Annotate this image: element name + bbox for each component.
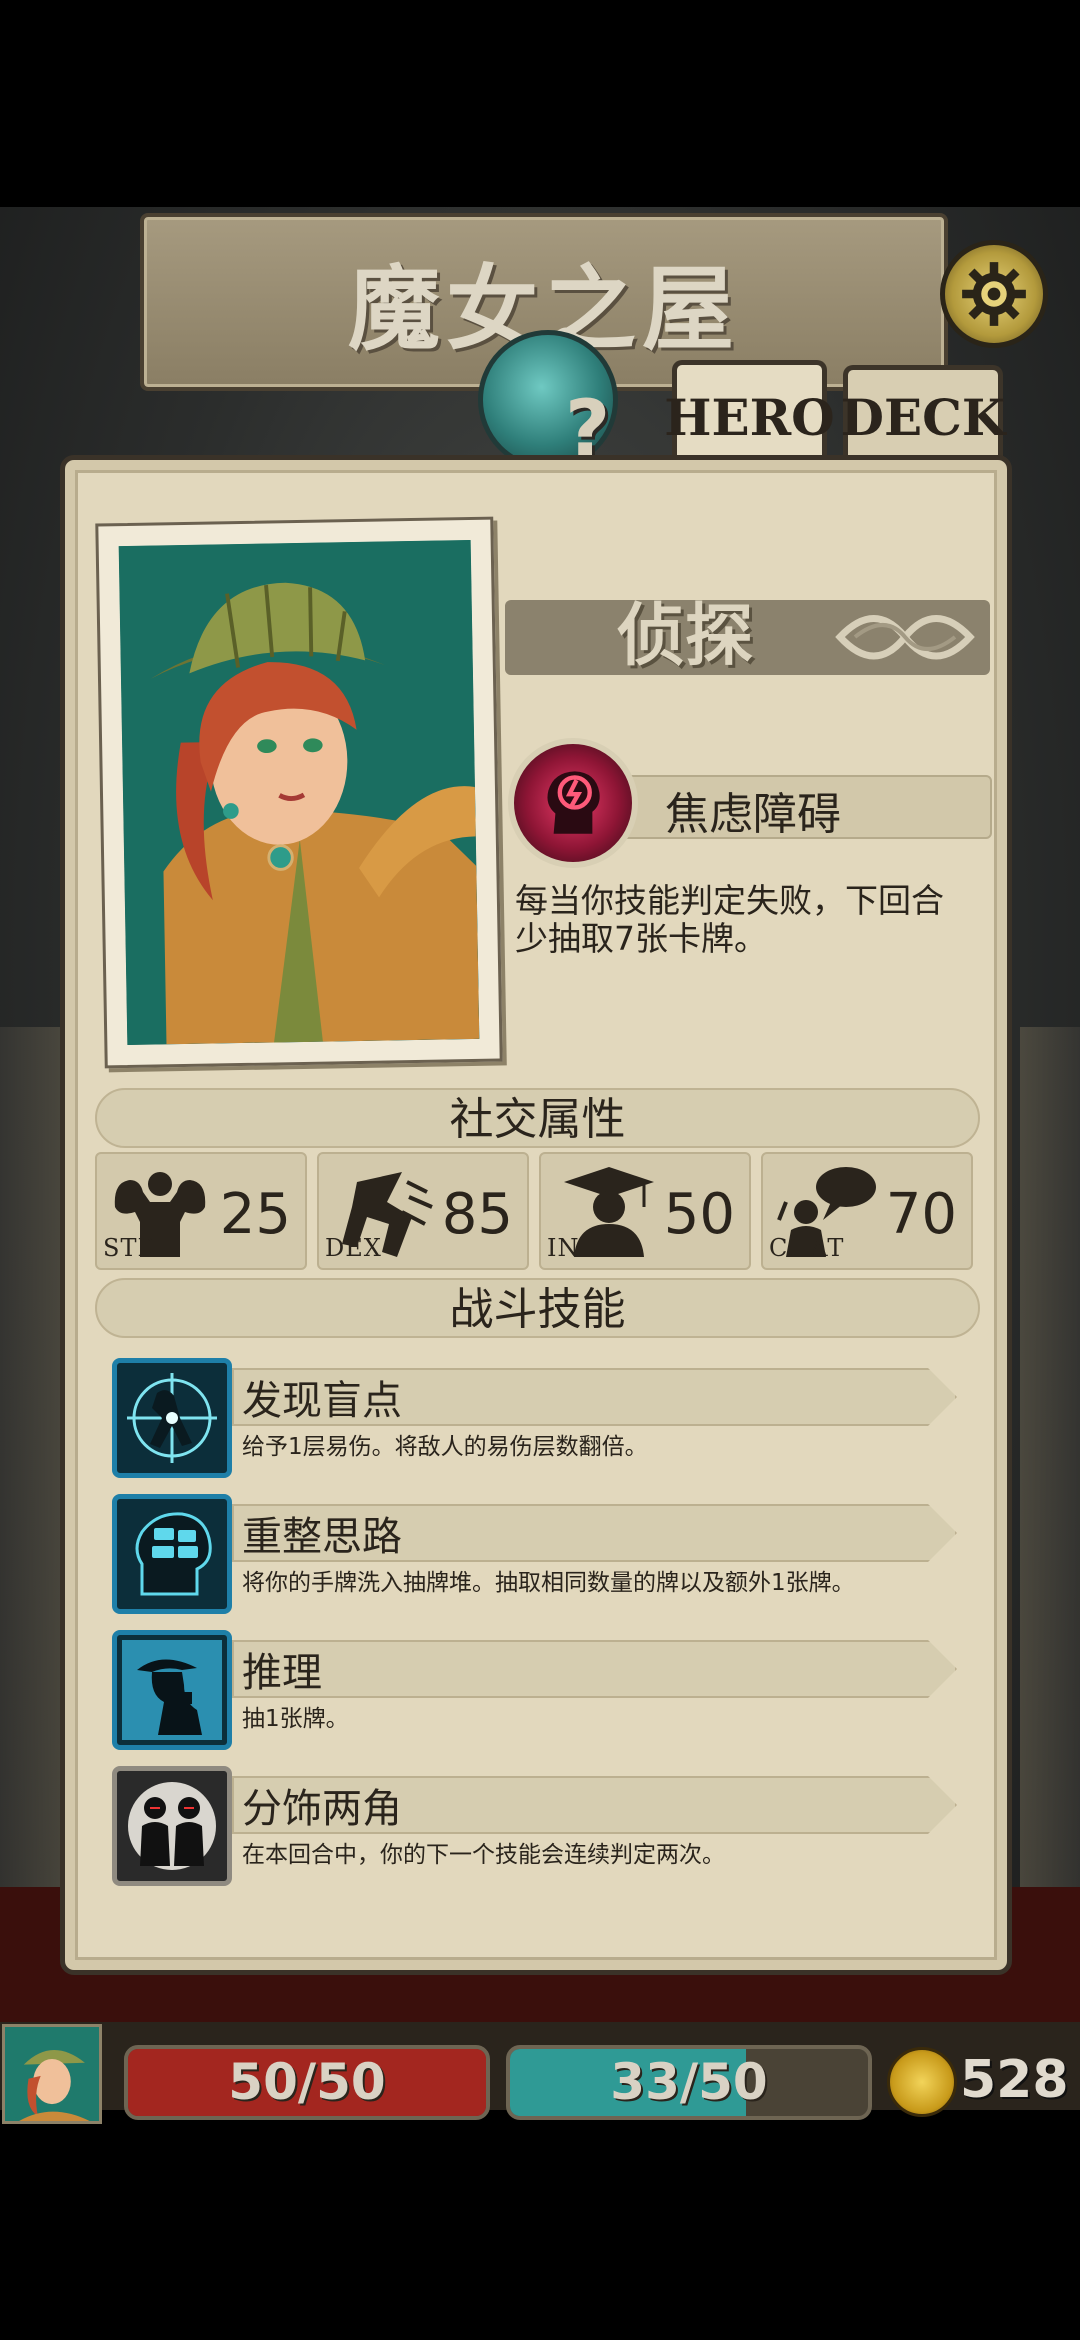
stat-dex-value: 85 — [441, 1182, 513, 1247]
twin-figures-icon — [128, 1782, 216, 1870]
anxious-head-icon — [547, 771, 600, 834]
tab-deck[interactable]: DECK — [841, 365, 1005, 465]
skill-icon-frame[interactable] — [112, 1766, 232, 1886]
skill-description: 给予1层易伤。将敌人的易伤层数翻倍。 — [242, 1434, 648, 1460]
health-value: 50/50 — [228, 2053, 386, 2111]
gold-count: 528 — [960, 2050, 1069, 2110]
right-decor — [1020, 1027, 1080, 1907]
detective-portrait-image — [118, 539, 480, 1046]
detective-silhouette-icon — [122, 1640, 222, 1740]
stat-int-label: INT — [547, 1234, 597, 1262]
stat-dex-label: DEX — [325, 1234, 382, 1262]
stat-chat-value: 70 — [885, 1182, 957, 1247]
gear-icon — [962, 262, 1026, 326]
stat-int-value: 50 — [663, 1182, 735, 1247]
skill-name: 分饰两角 — [242, 1786, 402, 1832]
social-attributes-header: 社交属性 — [95, 1088, 980, 1148]
stat-str-value: 25 — [219, 1182, 291, 1247]
sanity-value: 33/50 — [610, 2053, 768, 2111]
skill-bar[interactable] — [232, 1640, 957, 1698]
trait-name: 焦虑障碍 — [665, 789, 841, 840]
hero-avatar-image — [5, 2027, 99, 2121]
avatar[interactable] — [2, 2024, 102, 2124]
skill-name: 重整思路 — [242, 1514, 402, 1560]
skill-name: 推理 — [242, 1650, 322, 1696]
skill-description: 将你的手牌洗入抽牌堆。抽取相同数量的牌以及额外1张牌。 — [242, 1570, 855, 1596]
skill-icon-frame[interactable] — [112, 1358, 232, 1478]
stat-int: 50 INT — [539, 1152, 751, 1270]
trait-badge[interactable] — [508, 738, 638, 868]
settings-button[interactable] — [940, 240, 1048, 348]
trait-description: 每当你技能判定失败，下回合少抽取7张卡牌。 — [515, 881, 944, 958]
skill-icon-frame[interactable] — [112, 1494, 232, 1614]
health-bar: 50/50 — [124, 2045, 490, 2120]
gold-coin-icon — [887, 2047, 957, 2117]
combat-skills-header: 战斗技能 — [95, 1278, 980, 1338]
skill-icon-frame[interactable] — [112, 1630, 232, 1750]
stat-chat: 70 CHAT — [761, 1152, 973, 1270]
stat-chat-label: CHAT — [769, 1234, 845, 1262]
skill-description: 在本回合中，你的下一个技能会连续判定两次。 — [242, 1842, 725, 1868]
hero-class-name: 侦探 — [616, 596, 753, 676]
stat-str: 25 STR — [95, 1152, 307, 1270]
skill-description: 抽1张牌。 — [242, 1706, 349, 1732]
hero-portrait — [95, 516, 503, 1069]
stat-str-label: STR — [103, 1234, 157, 1262]
crosshair-figure-icon — [127, 1373, 217, 1463]
sanity-bar: 33/50 — [506, 2045, 872, 2120]
stat-dex: 85 DEX — [317, 1152, 529, 1270]
skill-name: 发现盲点 — [242, 1378, 402, 1424]
tab-hero[interactable]: HERO — [664, 360, 835, 470]
celtic-knot-icon — [835, 615, 975, 660]
brain-cards-icon — [135, 1512, 212, 1596]
